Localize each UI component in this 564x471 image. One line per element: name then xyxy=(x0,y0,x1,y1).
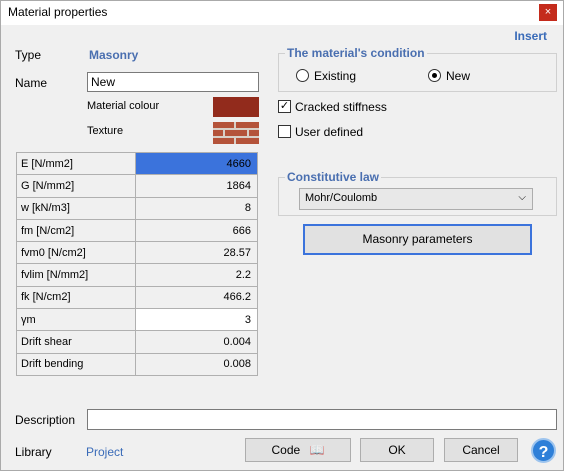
new-radio-label[interactable]: New xyxy=(446,69,470,83)
property-value[interactable]: 1864 xyxy=(135,174,258,198)
property-value[interactable]: 0.004 xyxy=(135,330,258,354)
property-name: E [N/mm2] xyxy=(16,151,136,176)
property-value[interactable]: 28.57 xyxy=(135,241,258,265)
table-row[interactable]: E [N/mm2] 4660 xyxy=(16,151,258,176)
table-row[interactable]: fvm0 [N/cm2] 28.57 xyxy=(16,241,258,265)
table-row[interactable]: G [N/mm2] 1864 xyxy=(16,174,258,198)
name-label: Name xyxy=(15,76,48,90)
table-row[interactable]: γm 3 xyxy=(16,308,258,332)
constitutive-law-title: Constitutive law xyxy=(287,170,380,184)
table-row[interactable]: fm [N/cm2] 666 xyxy=(16,218,258,243)
property-name: Drift shear xyxy=(16,330,136,354)
texture-label: Texture xyxy=(87,125,124,137)
user-defined-checkbox[interactable] xyxy=(278,125,291,138)
name-input[interactable] xyxy=(87,72,259,92)
window-title: Material properties xyxy=(8,5,108,19)
property-name: fk [N/cm2] xyxy=(16,285,136,310)
property-value[interactable]: 2.2 xyxy=(135,263,258,287)
existing-radio-label[interactable]: Existing xyxy=(314,69,356,83)
table-row[interactable]: w [kN/m3] 8 xyxy=(16,196,258,220)
book-icon: 📖 xyxy=(309,443,325,457)
table-row[interactable]: fk [N/cm2] 466.2 xyxy=(16,285,258,310)
property-value[interactable]: 0.008 xyxy=(135,352,258,376)
properties-table: E [N/mm2] 4660 G [N/mm2] 1864 w [kN/m3] … xyxy=(16,151,258,376)
user-defined-label[interactable]: User defined xyxy=(295,125,363,139)
property-name: γm xyxy=(16,308,136,332)
property-name: fvm0 [N/cm2] xyxy=(16,241,136,265)
texture-brick-preview[interactable] xyxy=(213,122,259,144)
table-row[interactable]: Drift shear 0.004 xyxy=(16,330,258,354)
cracked-stiffness-checkbox[interactable]: ✓ xyxy=(278,100,291,113)
cracked-stiffness-label[interactable]: Cracked stiffness xyxy=(295,100,387,114)
material-colour-swatch[interactable] xyxy=(213,97,259,117)
cancel-button[interactable]: Cancel xyxy=(444,438,518,462)
masonry-parameters-button[interactable]: Masonry parameters xyxy=(303,224,532,255)
type-value: Masonry xyxy=(89,48,139,62)
property-name: fm [N/cm2] xyxy=(16,218,136,243)
description-input[interactable] xyxy=(87,409,557,430)
existing-radio[interactable] xyxy=(296,69,309,82)
code-button[interactable]: Code 📖 xyxy=(245,438,351,462)
property-value[interactable]: 466.2 xyxy=(135,285,258,310)
title-bar: Material properties × xyxy=(1,1,563,25)
type-label: Type xyxy=(15,48,42,62)
insert-link[interactable]: Insert xyxy=(514,29,547,43)
code-button-label: Code xyxy=(271,443,301,457)
material-colour-label: Material colour xyxy=(87,100,160,112)
property-name: fvlim [N/mm2] xyxy=(16,263,136,287)
property-value[interactable]: 3 xyxy=(135,308,258,332)
radio-selected-dot xyxy=(432,73,437,78)
ok-button[interactable]: OK xyxy=(360,438,434,462)
constitutive-law-value: Mohr/Coulomb xyxy=(305,192,378,204)
library-value[interactable]: Project xyxy=(86,445,123,459)
table-row[interactable]: Drift bending 0.008 xyxy=(16,352,258,376)
condition-title: The material's condition xyxy=(287,46,425,60)
property-value[interactable]: 8 xyxy=(135,196,258,220)
property-name: G [N/mm2] xyxy=(16,174,136,198)
property-name: w [kN/m3] xyxy=(16,196,136,220)
property-value[interactable]: 666 xyxy=(135,218,258,243)
new-radio[interactable] xyxy=(428,69,441,82)
table-row[interactable]: fvlim [N/mm2] 2.2 xyxy=(16,263,258,287)
help-icon[interactable]: ? xyxy=(531,438,556,463)
chevron-down-icon: ⌵ xyxy=(518,192,526,203)
description-label: Description xyxy=(15,413,76,427)
library-label: Library xyxy=(15,445,52,459)
property-name: Drift bending xyxy=(16,352,136,376)
constitutive-law-select[interactable]: Mohr/Coulomb ⌵ xyxy=(299,188,533,210)
property-value[interactable]: 4660 xyxy=(135,151,258,176)
material-properties-dialog: Material properties × Insert Type Masonr… xyxy=(0,0,564,471)
close-button[interactable]: × xyxy=(539,4,557,21)
